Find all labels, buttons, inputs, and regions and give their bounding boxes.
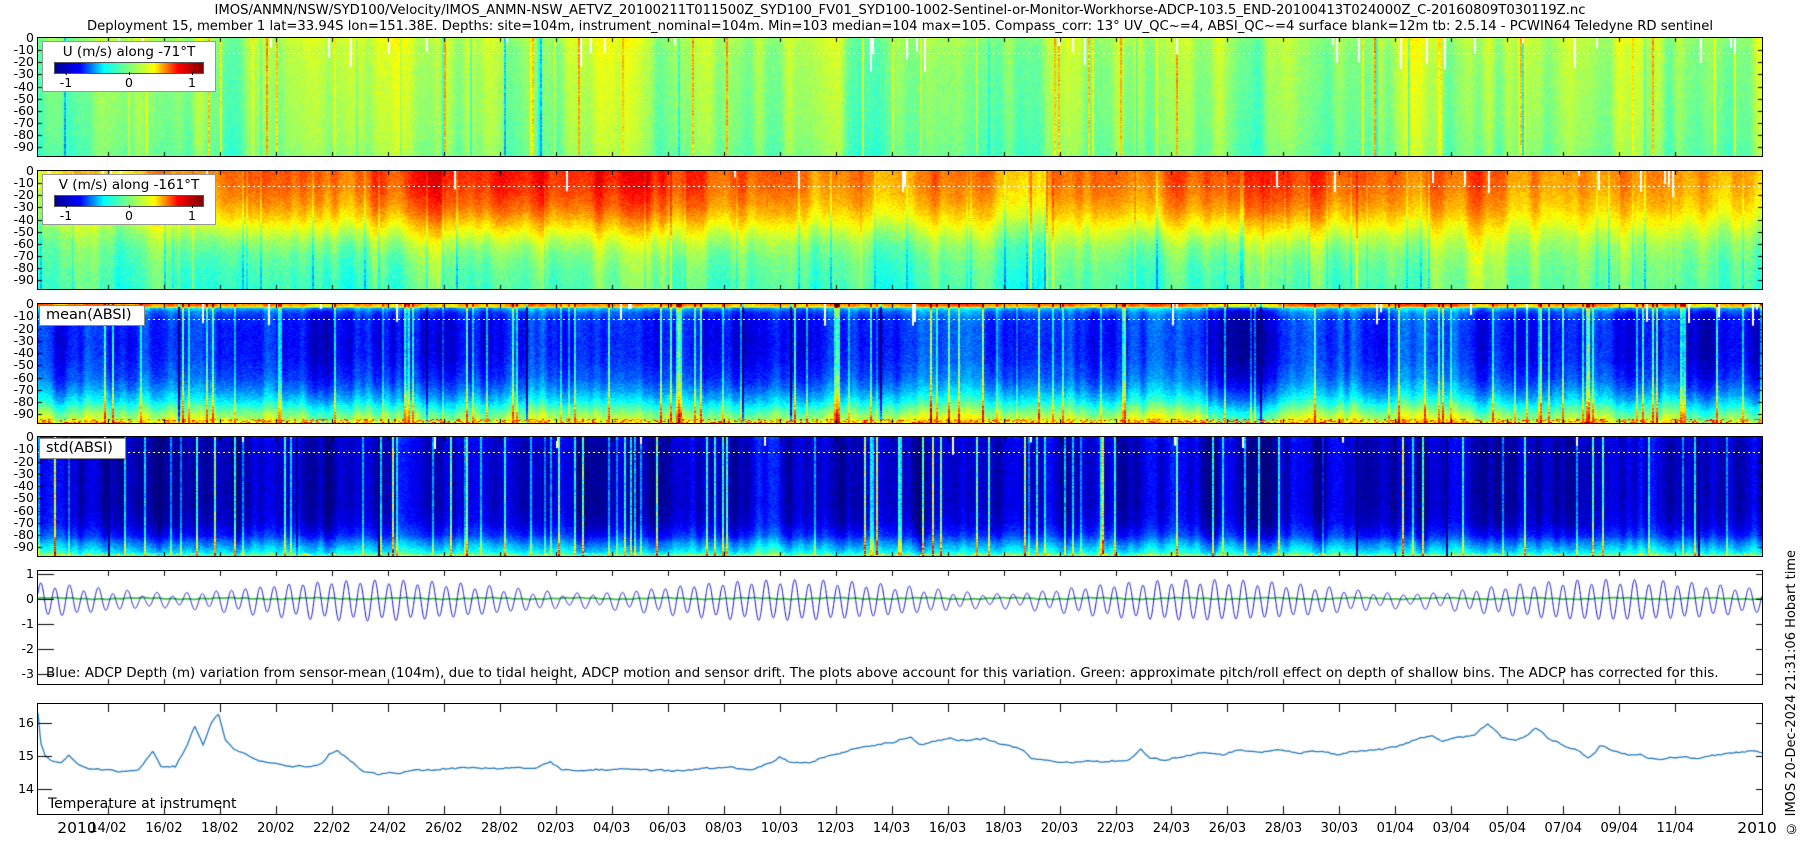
- u-legend-title: U (m/s) along -71°T: [43, 44, 215, 60]
- depth-tick-label: -90: [0, 407, 34, 421]
- x-tick-label: 12/03: [817, 821, 854, 836]
- u-colorbar-tick: -1: [60, 75, 72, 90]
- x-tick-label: 14/03: [873, 821, 910, 836]
- x-tick-label: 26/03: [1209, 821, 1246, 836]
- temperature-label: Temperature at instrument: [48, 796, 236, 812]
- v-colorbar-legend: V (m/s) along -161°T -1 0 1: [42, 174, 216, 225]
- x-tick-label: 30/03: [1321, 821, 1358, 836]
- depth-tick-label: -90: [0, 540, 34, 554]
- x-tick-label: 20/02: [257, 821, 294, 836]
- surface-blank-line: [38, 452, 1762, 453]
- std-absi-heatmap-canvas: [38, 437, 1762, 556]
- y-tick-label: 15: [0, 749, 34, 763]
- x-tick-label: 20/03: [1041, 821, 1078, 836]
- x-tick-label: 11/04: [1657, 821, 1694, 836]
- u-colorbar-legend: U (m/s) along -71°T -1 0 1: [42, 41, 216, 92]
- v-heatmap-canvas: [38, 171, 1762, 289]
- x-tick-label: 04/03: [593, 821, 630, 836]
- v-legend-title: V (m/s) along -161°T: [43, 177, 215, 193]
- x-tick-label: 08/03: [705, 821, 742, 836]
- x-tick-label: 09/04: [1601, 821, 1638, 836]
- x-tick-label: 22/03: [1097, 821, 1134, 836]
- x-tick-label: 24/02: [369, 821, 406, 836]
- figure: IMOS/ANMN/NSW/SYD100/Velocity/IMOS_ANMN-…: [0, 0, 1800, 850]
- x-axis-year-end: 2010: [1722, 819, 1792, 837]
- y-tick-label: -2: [0, 642, 34, 656]
- x-tick-label: 18/03: [985, 821, 1022, 836]
- title-line2: Deployment 15, member 1 lat=33.94S lon=1…: [0, 19, 1800, 34]
- copyright-watermark: © IMOS 20-Dec-2024 21:31:06 Hobart time: [1784, 550, 1799, 836]
- depth-variation-annotation: Blue: ADCP Depth (m) variation from sens…: [46, 665, 1719, 681]
- x-tick-label: 28/03: [1265, 821, 1302, 836]
- x-tick-label: 06/03: [649, 821, 686, 836]
- surface-blank-line: [38, 186, 1762, 187]
- v-colorbar-ticks: -1 0 1: [54, 207, 204, 222]
- x-tick-label: 18/02: [201, 821, 238, 836]
- u-depth-axis-labels: 0-10-20-30-40-50-60-70-80-90: [0, 38, 34, 156]
- panel-std-absi: 0-10-20-30-40-50-60-70-80-90 std(ABSI): [37, 436, 1763, 557]
- x-tick-label: 01/04: [1377, 821, 1414, 836]
- y-tick-label: 1: [0, 567, 34, 581]
- mean-absi-depth-axis-labels: 0-10-20-30-40-50-60-70-80-90: [0, 304, 34, 423]
- panel-mean-absi: 0-10-20-30-40-50-60-70-80-90 mean(ABSI): [37, 303, 1763, 424]
- v-colorbar-tick: 1: [188, 208, 196, 223]
- depth-variation-axis-labels: 10-1-2-3: [0, 571, 34, 684]
- u-colorbar-tick: 1: [188, 75, 196, 90]
- y-tick-label: -1: [0, 617, 34, 631]
- temperature-canvas: [38, 704, 1762, 814]
- depth-tick-label: -90: [0, 140, 34, 154]
- x-tick-label: 10/03: [761, 821, 798, 836]
- depth-tick-label: -90: [0, 273, 34, 287]
- y-tick-label: -3: [0, 667, 34, 681]
- y-tick-label: 0: [0, 592, 34, 606]
- panel-temperature: 161514 Temperature at instrument: [37, 703, 1763, 815]
- x-tick-label: 16/02: [145, 821, 182, 836]
- surface-blank-line: [38, 53, 1762, 54]
- v-colorbar-tick: 0: [125, 208, 133, 223]
- temperature-axis-labels: 16 15 14: [0, 704, 34, 814]
- title-line1: IMOS/ANMN/NSW/SYD100/Velocity/IMOS_ANMN-…: [0, 3, 1800, 18]
- mean-absi-label: mean(ABSI): [39, 305, 145, 326]
- panel-v-velocity: 0-10-20-30-40-50-60-70-80-90 V (m/s) alo…: [37, 170, 1763, 290]
- x-tick-label: 16/03: [929, 821, 966, 836]
- x-tick-label: 05/04: [1489, 821, 1526, 836]
- x-tick-label: 03/04: [1433, 821, 1470, 836]
- panel-u-velocity: 0-10-20-30-40-50-60-70-80-90 U (m/s) alo…: [37, 37, 1763, 157]
- std-absi-label: std(ABSI): [39, 438, 126, 459]
- x-axis-year-start: 2010: [42, 819, 112, 837]
- x-tick-label: 28/02: [481, 821, 518, 836]
- u-colorbar-ticks: -1 0 1: [54, 74, 204, 89]
- x-tick-label: 26/02: [425, 821, 462, 836]
- u-colorbar-tick: 0: [125, 75, 133, 90]
- u-heatmap-canvas: [38, 38, 1762, 156]
- x-tick-label: 22/02: [313, 821, 350, 836]
- v-colorbar-tick: -1: [60, 208, 72, 223]
- x-tick-label: 07/04: [1545, 821, 1582, 836]
- y-tick-label: 14: [0, 782, 34, 796]
- x-axis-labels: 14/0216/0218/0220/0222/0224/0226/0228/02…: [0, 821, 1800, 841]
- y-tick-label: 16: [0, 716, 34, 730]
- std-absi-depth-axis-labels: 0-10-20-30-40-50-60-70-80-90: [0, 437, 34, 556]
- v-depth-axis-labels: 0-10-20-30-40-50-60-70-80-90: [0, 171, 34, 289]
- x-tick-label: 02/03: [537, 821, 574, 836]
- surface-blank-line: [38, 319, 1762, 320]
- mean-absi-heatmap-canvas: [38, 304, 1762, 423]
- panel-depth-variation: 10-1-2-3 Blue: ADCP Depth (m) variation …: [37, 570, 1763, 685]
- x-tick-label: 24/03: [1153, 821, 1190, 836]
